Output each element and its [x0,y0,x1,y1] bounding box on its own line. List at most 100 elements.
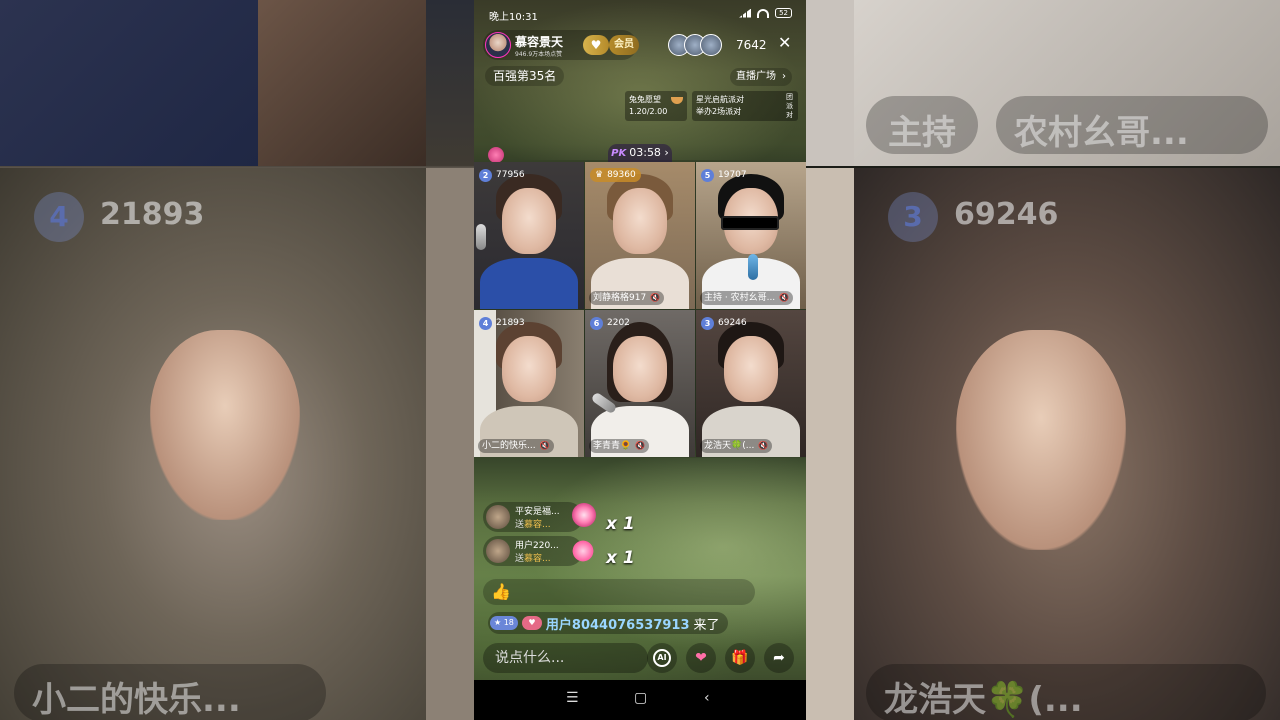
viewer-avatars[interactable] [668,34,722,56]
blurred-name: 小二的快乐... [32,680,241,720]
share-button[interactable]: ➦ [764,643,794,673]
blurred-tile [806,0,854,166]
live-plaza-button[interactable]: 直播广场 › [730,68,792,86]
gift-sender: 平安是福... [515,507,560,517]
tile-name: 李青青🌻 [593,441,632,451]
blurred-name: 农村幺哥... [1014,113,1189,153]
video-tile[interactable]: 5 19707 主持 · 农村幺哥... 🔇 [696,162,806,309]
microphone [748,254,758,280]
comment-input[interactable]: 说点什么... [483,643,648,673]
tile-score: 4 21893 [479,316,525,330]
face [613,336,667,402]
gift-to-name: 慕容... [524,554,551,564]
status-icons: 52 [739,8,792,18]
phone-screen: 晚上10:31 52 慕容景天 946.9万本场点赞 ♥ 会员 7642 ✕ 百… [474,0,806,720]
sender-avatar[interactable] [486,539,510,563]
tile-name-label: 龙浩天🍀(... 🔇 [700,439,773,453]
video-tile[interactable]: ♛ 89360 刘静格格917 🔇 [585,162,695,309]
gift-recipient: 送慕容... [515,517,551,530]
user-level: 18 [503,618,514,627]
blurred-name: 龙浩天🍀(... [884,680,1083,720]
party-task-card[interactable]: 星光启航派对 举办2场派对 团派对 [692,91,798,121]
welcome-suffix: 来了 [693,617,720,633]
tile-name: 刘静格格917 [593,293,647,303]
pk-badge: PK [611,148,627,159]
blurred-face [150,330,300,520]
microphone [476,224,486,250]
host-likes: 946.9万本场点赞 [515,51,563,58]
gift-notification[interactable]: 用户220... 送慕容... [483,536,583,566]
mute-icon: 🔇 [779,293,790,302]
ai-button[interactable]: AI [647,643,677,673]
vip-button[interactable]: 会员 [609,35,639,55]
blurred-background-left: 4 21893 小二的快乐... [0,0,474,720]
rank-badge[interactable]: 百强第35名 [485,66,565,86]
tile-rank: 2 [479,168,492,182]
tile-name-label: 李青青🌻 🔇 [589,439,650,453]
tile-rank: 6 [590,316,603,330]
ai-icon: AI [653,649,671,667]
tile-name-label: 主持 · 农村幺哥... 🔇 [700,291,794,305]
pk-countdown: 03:58 [629,146,661,159]
wish-task-progress: 1.20/2.00 [629,107,668,116]
blurred-score: 69246 [954,197,1059,232]
wish-task-card[interactable]: 兔兔愿望 1.20/2.00 [625,91,687,121]
gift-to-name: 慕容... [524,520,551,530]
live-plaza-label: 直播广场 [736,71,776,82]
pk-video-grid: 2 77956 ♛ 89360 刘静格格917 🔇 5 19707 主持 · 农… [474,162,806,458]
welcome-username[interactable]: 用户8044076537913 [546,614,690,633]
close-icon[interactable]: ✕ [778,33,791,52]
pk-timer[interactable]: PK 03:58 › [608,144,672,162]
tile-name-label: 小二的快乐... 🔇 [478,439,554,453]
heart-button[interactable]: ❤ [686,643,716,673]
blurred-host-label: 主持 [888,113,956,153]
status-time: 晚上10:31 [489,12,538,23]
tile-score: 6 2202 [590,316,630,330]
tile-name: 小二的快乐... [482,441,536,451]
tile-name: 主持 · 农村幺哥... [704,293,776,303]
host-name: 慕容景天 [515,35,564,49]
tile-score: 3 69246 [701,316,747,330]
tile-name: 龙浩天🍀(... [704,441,755,451]
party-task-title: 星光启航派对 [696,95,744,104]
mute-icon: 🔇 [758,441,769,450]
face [613,188,667,254]
gift-notification[interactable]: 平安是福... 送慕容... [483,502,583,532]
lollipop-icon [572,503,596,527]
face [502,336,556,402]
tile-rank: 5 [701,168,714,182]
tile-score-value: 19707 [718,170,747,180]
tile-score: 2 77956 [479,168,525,182]
follow-heart-icon[interactable]: ♥ [583,35,609,55]
menu-icon[interactable]: ☰ [566,690,579,706]
tile-score-value: 69246 [718,318,747,328]
video-tile[interactable]: 2 77956 [474,162,584,309]
host-avatar[interactable] [485,32,511,58]
home-icon[interactable]: ▢ [634,690,647,706]
sender-avatar[interactable] [486,505,510,529]
gift-button[interactable]: 🎁 [725,643,755,673]
gift-to-prefix: 送 [515,554,525,564]
signal-icon [739,8,752,18]
viewer-avatar[interactable] [700,34,722,56]
viewer-count[interactable]: 7642 [736,38,767,52]
video-tile[interactable]: 6 2202 李青青🌻 🔇 [585,310,695,457]
tile-score-value: 21893 [496,318,525,328]
fan-badge-icon: ♥ [521,616,542,630]
chevron-right-icon: › [782,71,786,82]
back-icon[interactable]: ‹ [704,690,710,706]
lollipop-icon[interactable] [488,147,504,163]
video-tile[interactable]: 3 69246 龙浩天🍀(... 🔇 [696,310,806,457]
tile-score: ♛ 89360 [590,168,641,182]
gift-recipient: 送慕容... [515,551,551,564]
tile-name-label: 刘静格格917 🔇 [589,291,665,305]
thumbs-up-icon: 👍 [491,582,511,601]
tile-rank: 4 [479,316,492,330]
tile-score-value: 77956 [496,170,525,180]
gift-count: x 1 [606,514,635,534]
host-info-pill[interactable]: 慕容景天 946.9万本场点赞 ♥ 会员 [483,30,639,60]
video-tile[interactable]: 4 21893 小二的快乐... 🔇 [474,310,584,457]
blurred-background-right: 主持 农村幺哥... 3 69246 龙浩天🍀(... [806,0,1280,720]
wifi-icon [757,8,770,18]
welcome-message[interactable]: ★ 18 ♥ 用户8044076537913 来了 [488,612,728,634]
